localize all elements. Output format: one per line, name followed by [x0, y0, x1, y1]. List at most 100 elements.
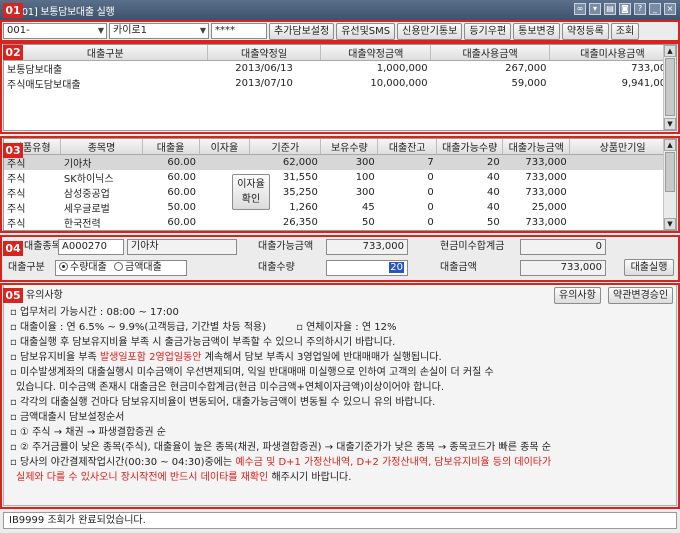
account-name-select[interactable]: 카이로1 ▼ — [109, 23, 209, 39]
scroll-up-icon[interactable]: ▲ — [664, 139, 676, 151]
available-amount-value: 733,000 — [326, 239, 408, 255]
credit-expiry-notice-button[interactable]: 신용만기통보 — [397, 22, 463, 40]
note-line: 있습니다. 미수금액 존재시 대출금은 현금미수합계금(현금 미수금액+연체이자… — [16, 382, 445, 393]
note-line: ▫ ② 주거금률이 낮은 종목(주식), 대출율이 높은 종목(채권, 파생결합… — [10, 442, 551, 453]
stocks-header-row: 상품유형 종목명 대출율 이자율 기준가 보유수량 대출잔고 대출가능수량 대출… — [4, 139, 676, 155]
check-rate-button[interactable]: 이자율 확인 — [232, 174, 270, 210]
radio-amt-loan[interactable] — [114, 262, 123, 271]
note-line: ▫ 금액대출시 담보설정순서 — [10, 412, 125, 423]
column-header[interactable]: 보유수량 — [320, 139, 379, 155]
note-line: ▫ 담보유지비율 부족 발생일포함 2영업일동안 계속해서 담보 부족시 3영업… — [10, 352, 442, 363]
link-icon[interactable]: ∞ — [574, 3, 586, 15]
note-line: ▫ 업무처리 가능시간 : 08:00 ~ 17:00 — [10, 307, 179, 318]
registered-mail-button[interactable]: 등기우편 — [464, 22, 512, 40]
loan-used-amount: 267,000 — [505, 63, 547, 74]
question-icon[interactable]: ? — [634, 3, 646, 15]
add-collateral-button[interactable]: 추가담보설정 — [269, 22, 335, 40]
column-header[interactable]: 기준가 — [249, 139, 322, 155]
inquiry-button[interactable]: 조회 — [610, 22, 640, 40]
terms-change-approve-button[interactable]: 약관변경승인 — [608, 287, 674, 304]
loan-qty-value: 20 — [389, 262, 404, 273]
print-icon[interactable]: ▤ — [604, 3, 616, 15]
table-row[interactable]: 주식 한국전력 60.00 26,350 50 0 50 733,000 — [4, 215, 676, 230]
loans-scrollbar[interactable]: ▲ ▼ — [663, 45, 676, 130]
loan-balance: 0 — [427, 217, 434, 228]
product-expiry — [570, 185, 676, 200]
stock-code-input[interactable]: A000270 — [58, 239, 124, 255]
column-header[interactable]: 종목명 — [60, 139, 143, 155]
product-type: 주식 — [7, 219, 26, 230]
column-header[interactable]: 대출가능수량 — [436, 139, 504, 155]
table-row[interactable]: 주식 세우글로벌 50.00 1,260 45 0 40 25,000 — [4, 200, 676, 215]
section-marker-02: 02 — [3, 45, 23, 60]
minimize-icon[interactable]: _ — [649, 3, 661, 15]
loan-type-radio-group: 수량대출 금액대출 — [55, 260, 187, 276]
check-rate-label-1: 이자율 — [237, 179, 265, 190]
scroll-thumb[interactable] — [665, 152, 675, 192]
loan-rate: 60.00 — [167, 187, 197, 198]
column-header[interactable]: 대출사용금액 — [430, 45, 550, 61]
interest-rate — [199, 215, 250, 230]
account-name: 카이로1 — [113, 25, 147, 36]
notice-button[interactable]: 유의사항 — [554, 287, 601, 304]
phone-sms-button[interactable]: 유선및SMS — [336, 22, 396, 40]
note-line: ▫ ① 주식 → 채권 → 파생결합증권 순 — [10, 427, 166, 438]
column-header[interactable]: 대출율 — [142, 139, 200, 155]
column-header[interactable]: 대출가능금액 — [502, 139, 571, 155]
loan-rate: 60.00 — [142, 154, 200, 170]
available-amount-label: 대출가능금액 — [258, 241, 314, 252]
column-header[interactable]: 이자율 — [199, 139, 251, 155]
notice-change-button[interactable]: 통보변경 — [513, 22, 560, 40]
product-expiry — [569, 154, 676, 170]
scroll-thumb[interactable] — [665, 58, 675, 116]
product-type: 주식 — [7, 204, 26, 215]
pin-icon[interactable]: ▾ — [589, 3, 601, 15]
table-row[interactable]: 주식 삼성중공업 60.00 35,250 300 0 40 733,000 — [4, 185, 676, 200]
loan-type-label: 대출구분 — [8, 262, 45, 273]
account-number: 001- — [7, 25, 30, 36]
chevron-down-icon: ▼ — [199, 26, 206, 35]
note-line: ▫ 각각의 대출실행 건마다 담보유지비율이 변동되어, 대출가능금액이 변동될… — [10, 397, 436, 408]
stocks-scrollbar[interactable]: ▲ ▼ — [663, 139, 676, 230]
column-header[interactable]: 대출잔고 — [377, 139, 438, 155]
loan-qty-label: 대출수량 — [258, 262, 295, 273]
loan-available-amount: 733,000 — [502, 154, 570, 170]
note-line: ▫ 대출이율 : 연 6.5% ~ 9.9%(고객등급, 기간별 차등 적용) ▫… — [10, 322, 397, 333]
account-select[interactable]: 001- ▼ — [3, 23, 107, 39]
execute-loan-button[interactable]: 대출실행 — [624, 259, 674, 276]
holding-qty: 45 — [362, 202, 375, 213]
column-header[interactable]: 상품만기일 — [569, 139, 676, 155]
stock-name: 삼성중공업 — [63, 189, 110, 200]
base-price: 26,350 — [282, 217, 318, 228]
loan-amount-label: 대출금액 — [440, 262, 477, 273]
password-input[interactable]: **** — [211, 23, 267, 39]
section-marker-04: 04 — [3, 241, 23, 256]
scroll-up-icon[interactable]: ▲ — [664, 45, 676, 57]
table-row[interactable]: 주식 SK하이닉스 60.00 31,550 100 0 40 733,000 — [4, 170, 676, 185]
column-header[interactable]: 대출미사용금액 — [549, 45, 676, 61]
radio-qty-loan[interactable] — [59, 262, 68, 271]
agreement-register-button[interactable]: 약정등록 — [561, 22, 609, 40]
note-line: ▫ 당사의 야간결제작업시간(00:30 ~ 04:30)중에는 예수금 및 D… — [10, 457, 552, 468]
stocks-grid: 상품유형 종목명 대출율 이자율 기준가 보유수량 대출잔고 대출가능수량 대출… — [3, 138, 677, 231]
camera-icon[interactable]: ◙ — [619, 3, 631, 15]
loan-available-qty: 50 — [486, 217, 500, 228]
loan-balance: 0 — [427, 187, 434, 198]
scroll-down-icon[interactable]: ▼ — [664, 218, 676, 230]
close-icon[interactable]: × — [664, 3, 676, 15]
base-price: 62,000 — [249, 154, 321, 170]
column-header[interactable]: 대출약정금액 — [320, 45, 432, 61]
loan-rate: 60.00 — [167, 217, 197, 228]
column-header[interactable]: 대출약정일 — [207, 45, 322, 61]
note-line: ▫ 대출실행 후 담보유지비율 부족 시 출금가능금액이 부족할 수 있으니 주… — [10, 337, 396, 348]
loan-qty-input[interactable]: 20 — [326, 260, 408, 276]
table-row[interactable]: 보통담보대출 2013/06/13 1,000,000 267,000 733,… — [4, 61, 676, 76]
column-header[interactable]: 대출구분 — [4, 45, 208, 61]
table-row[interactable]: 주식매도담보대출 2013/07/10 10,000,000 59,000 9,… — [4, 76, 676, 91]
loan-type: 보통담보대출 — [7, 65, 63, 76]
scroll-down-icon[interactable]: ▼ — [664, 118, 676, 130]
note-line: 실제와 다를 수 있사오니 장시작전에 반드시 데이타를 재확인 해주시기 바랍… — [16, 472, 352, 483]
loan-available-amount: 733,000 — [525, 172, 567, 183]
window-titlebar: [0901] 보통담보대출 실행 ∞ ▾ ▤ ◙ ? _ × — [0, 0, 680, 20]
table-row[interactable]: 주식 기아차 60.00 62,000 300 7 20 733,000 — [4, 154, 676, 170]
